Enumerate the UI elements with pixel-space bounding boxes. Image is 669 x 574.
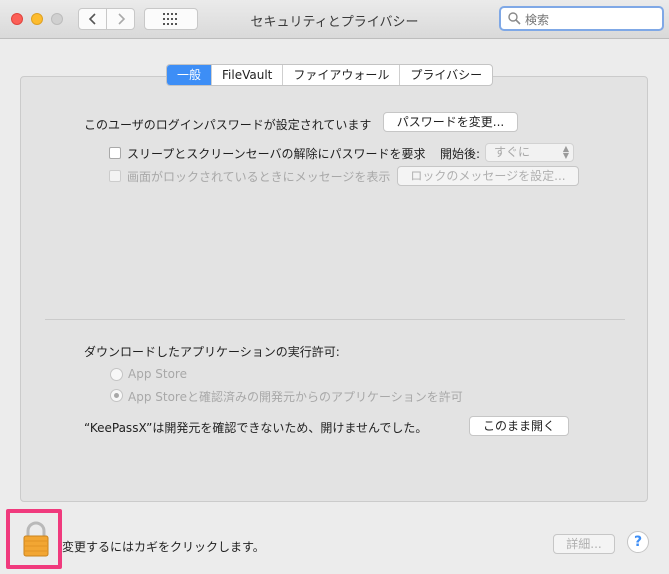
require-password-label: スリープとスクリーンセーバの解除にパスワードを要求 xyxy=(127,147,426,161)
search-field[interactable] xyxy=(499,6,664,31)
set-lock-message-button[interactable]: ロックのメッセージを設定... xyxy=(397,166,579,186)
radio-identified-developers[interactable] xyxy=(110,389,123,402)
tab-general[interactable]: 一般 xyxy=(167,65,212,85)
search-icon xyxy=(508,12,521,25)
start-after-value: すぐに xyxy=(494,145,531,159)
title-bar: セキュリティとプライバシー xyxy=(0,0,669,39)
lock-button[interactable] xyxy=(22,521,50,557)
lock-message-checkbox[interactable] xyxy=(109,170,121,182)
stepper-arrows-icon: ▲ ▼ xyxy=(562,144,569,160)
blocked-app-message: “KeePassX”は開発元を確認できないため、開けませんでした。 xyxy=(84,421,428,435)
start-after-select[interactable]: すぐに ▲ ▼ xyxy=(485,143,574,162)
radio-app-store[interactable] xyxy=(110,368,123,381)
lock-icon xyxy=(23,521,49,557)
downloads-heading: ダウンロードしたアプリケーションの実行許可: xyxy=(84,345,340,359)
tab-filevault[interactable]: FileVault xyxy=(211,65,282,85)
change-password-button[interactable]: パスワードを変更... xyxy=(383,112,518,132)
start-after-label: 開始後: xyxy=(440,147,481,161)
content-panel xyxy=(20,76,648,502)
require-password-checkbox[interactable] xyxy=(109,147,121,159)
radio-app-store-label: App Store xyxy=(128,367,187,381)
search-input[interactable] xyxy=(523,10,657,29)
open-anyway-button[interactable]: このまま開く xyxy=(469,416,569,436)
tab-firewall[interactable]: ファイアウォール xyxy=(282,65,399,85)
password-status-text: このユーザのログインパスワードが設定されています xyxy=(84,118,372,132)
advanced-button[interactable]: 詳細... xyxy=(553,534,615,554)
tab-bar: 一般 FileVault ファイアウォール プライバシー xyxy=(166,64,494,86)
tab-privacy[interactable]: プライバシー xyxy=(399,65,492,85)
help-button[interactable]: ? xyxy=(627,531,649,553)
section-divider xyxy=(45,319,625,320)
lock-instruction-text: 変更するにはカギをクリックします。 xyxy=(62,540,265,554)
lock-message-label: 画面がロックされているときにメッセージを表示 xyxy=(127,170,391,184)
radio-identified-developers-label: App Storeと確認済みの開発元からのアプリケーションを許可 xyxy=(128,390,463,404)
